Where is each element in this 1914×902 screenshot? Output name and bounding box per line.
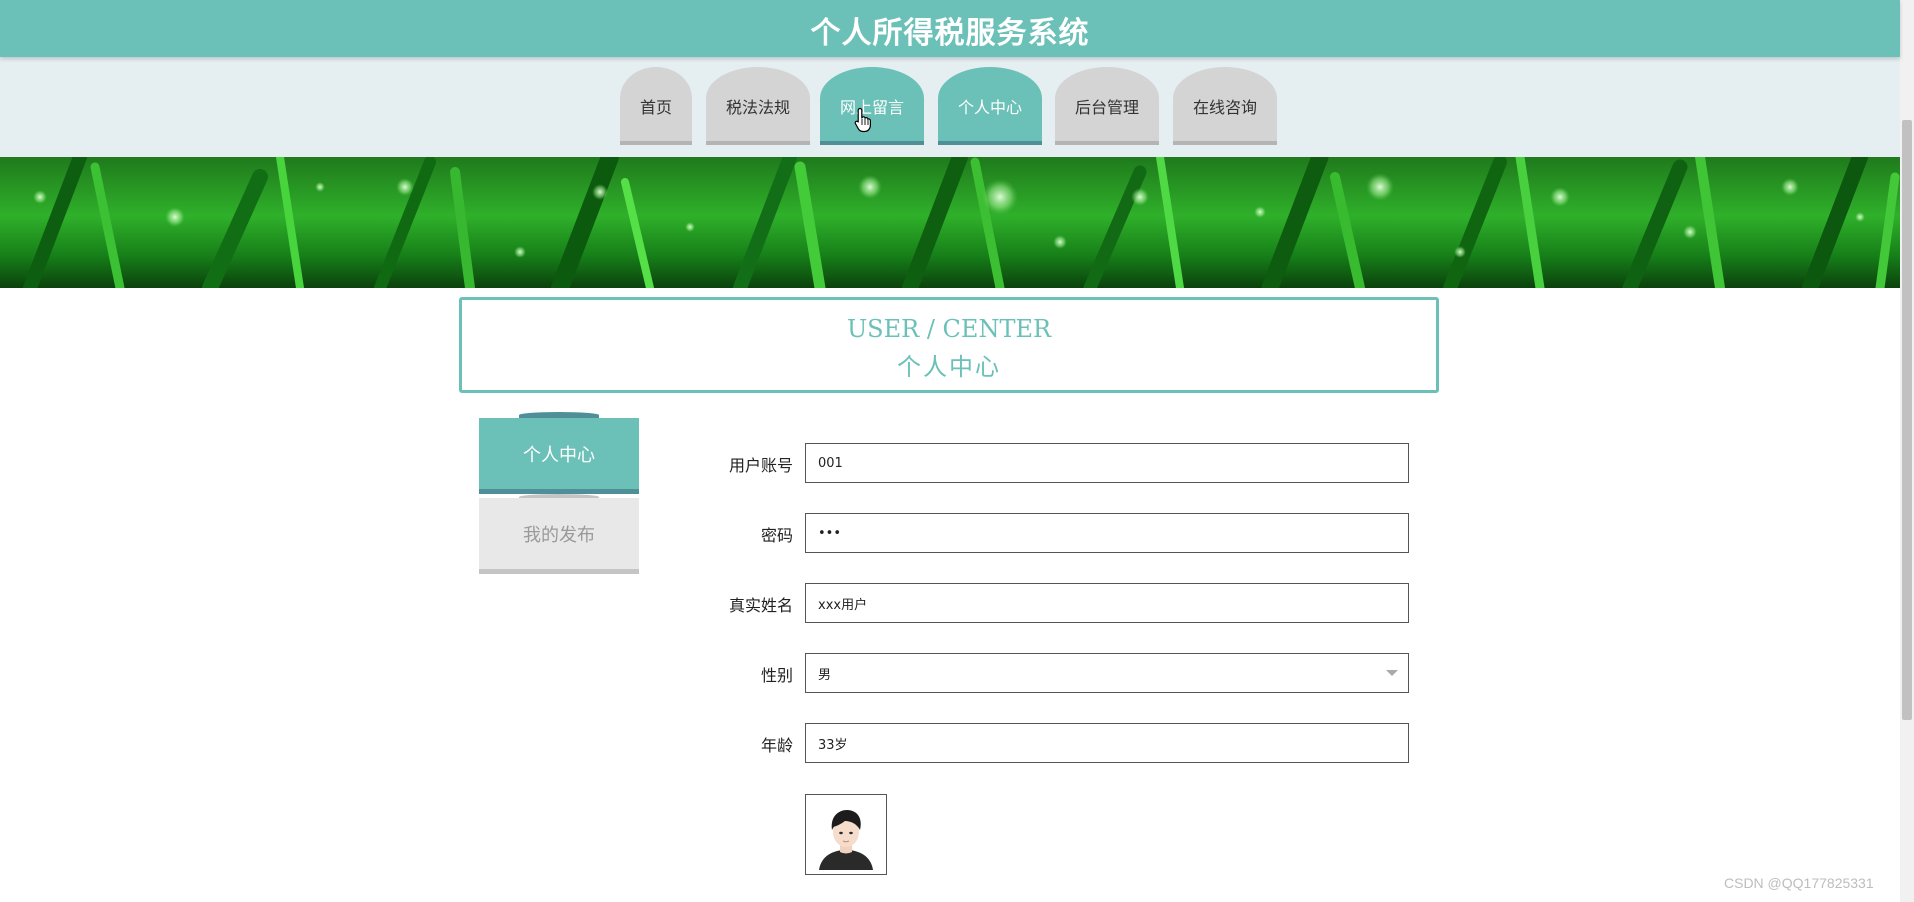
- nav-tab-label: 税法法规: [725, 98, 790, 117]
- nav-tab-admin[interactable]: 后台管理: [1055, 67, 1159, 145]
- nav-tab-label: 首页: [639, 98, 672, 117]
- nav-tab-messages[interactable]: 网上留言: [820, 67, 924, 145]
- side-menu-label: 我的发布: [523, 524, 595, 546]
- main-nav: 首页 税法法规 网上留言 个人中心 后台管理 在线咨询: [0, 57, 1900, 157]
- nav-tab-label: 后台管理: [1074, 98, 1139, 117]
- nav-tab-consult[interactable]: 在线咨询: [1173, 67, 1277, 145]
- nav-tab-tax-laws[interactable]: 税法法规: [706, 67, 810, 145]
- side-menu-item-my-posts[interactable]: 我的发布: [479, 498, 639, 574]
- nav-tab-user-center[interactable]: 个人中心: [938, 67, 1042, 145]
- side-menu-label: 个人中心: [523, 444, 595, 466]
- account-label: 用户账号: [728, 456, 793, 475]
- password-label: 密码: [760, 526, 793, 545]
- age-input[interactable]: 33岁: [805, 723, 1409, 763]
- watermark: CSDN @QQ177825331: [1724, 875, 1874, 891]
- section-title-cn: 个人中心: [897, 353, 1001, 381]
- real-name-label: 真实姓名: [728, 596, 793, 615]
- caret-down-icon: [1386, 670, 1398, 676]
- user-avatar-image: [819, 809, 873, 870]
- age-value: 33岁: [818, 737, 848, 753]
- banner-image: [0, 157, 1900, 288]
- account-value: 001: [818, 455, 843, 471]
- real-name-input[interactable]: xxx用户: [805, 583, 1409, 623]
- site-header: 个人所得税服务系统: [0, 0, 1900, 57]
- section-title-box: USER / CENTER 个人中心: [459, 297, 1439, 393]
- nav-tab-label: 在线咨询: [1192, 98, 1257, 117]
- gender-label: 性别: [760, 666, 793, 685]
- hand-pointer-icon: [854, 107, 871, 133]
- site-title: 个人所得税服务系统: [810, 16, 1090, 51]
- avatar-upload[interactable]: [805, 794, 887, 875]
- account-input[interactable]: 001: [805, 443, 1409, 483]
- password-value: •••: [818, 525, 842, 541]
- side-menu-item-user-center[interactable]: 个人中心: [479, 418, 639, 494]
- password-input[interactable]: •••: [805, 513, 1409, 553]
- nav-tab-home[interactable]: 首页: [620, 67, 692, 145]
- age-label: 年龄: [760, 736, 793, 755]
- section-title-en: USER / CENTER: [846, 315, 1052, 343]
- gender-select[interactable]: 男: [805, 653, 1409, 693]
- scrollbar-thumb[interactable]: [1902, 120, 1912, 720]
- nav-tab-label: 个人中心: [957, 98, 1022, 117]
- gender-value: 男: [818, 667, 832, 683]
- real-name-value: xxx用户: [818, 597, 868, 613]
